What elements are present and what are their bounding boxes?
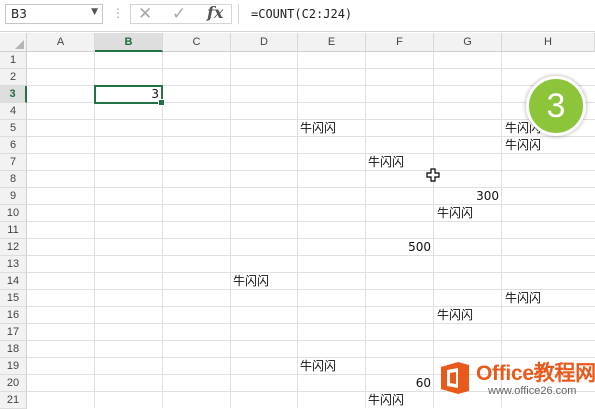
row-header-20[interactable]: 20 — [0, 375, 27, 392]
row-header-15[interactable]: 15 — [0, 290, 27, 307]
cancel-icon[interactable]: ✕ — [138, 4, 152, 24]
row-header-1[interactable]: 1 — [0, 52, 27, 69]
row-header-19[interactable]: 19 — [0, 358, 27, 375]
row-header-11[interactable]: 11 — [0, 222, 27, 239]
select-all-button[interactable] — [0, 33, 27, 52]
row-header-9[interactable]: 9 — [0, 188, 27, 205]
column-header-f[interactable]: F — [366, 33, 434, 52]
formula-text: =COUNT(C2:J24) — [251, 7, 353, 21]
enter-icon[interactable]: ✓ — [172, 4, 186, 24]
formula-bar: B3 ▼ ⋮ ✕ ✓ fx =COUNT(C2:J24) — [0, 0, 595, 32]
column-header-b[interactable]: B — [95, 33, 163, 52]
cell-e5[interactable]: 牛闪闪 — [300, 120, 336, 137]
cell-g16[interactable]: 牛闪闪 — [437, 307, 473, 324]
column-header-a[interactable]: A — [27, 33, 95, 52]
cell-f7[interactable]: 牛闪闪 — [368, 154, 404, 171]
row-header-12[interactable]: 12 — [0, 239, 27, 256]
row-header-4[interactable]: 4 — [0, 103, 27, 120]
name-box[interactable]: B3 ▼ — [5, 4, 103, 24]
row-header-8[interactable]: 8 — [0, 171, 27, 188]
column-header-c[interactable]: C — [163, 33, 231, 52]
cell-f21[interactable]: 牛闪闪 — [368, 392, 404, 409]
cell-f20[interactable]: 60 — [366, 375, 431, 392]
cell-e19[interactable]: 牛闪闪 — [300, 358, 336, 375]
step-number: 3 — [546, 87, 566, 125]
row-header-7[interactable]: 7 — [0, 154, 27, 171]
fill-handle[interactable] — [158, 99, 165, 106]
column-header-e[interactable]: E — [298, 33, 366, 52]
formula-buttons: ✕ ✓ fx — [130, 3, 232, 24]
row-header-18[interactable]: 18 — [0, 341, 27, 358]
row-header-16[interactable]: 16 — [0, 307, 27, 324]
column-header-h[interactable]: H — [502, 33, 595, 52]
column-header-d[interactable]: D — [231, 33, 298, 52]
row-header-13[interactable]: 13 — [0, 256, 27, 273]
column-header-g[interactable]: G — [434, 33, 502, 52]
watermark-title: Office教程网 — [476, 362, 595, 385]
cell-h15[interactable]: 牛闪闪 — [505, 290, 541, 307]
row-header-21[interactable]: 21 — [0, 392, 27, 409]
step-badge: 3 — [526, 76, 586, 136]
watermark-url: www.office26.com — [488, 385, 577, 397]
insert-function-button[interactable]: fx — [207, 3, 223, 22]
cell-g10[interactable]: 牛闪闪 — [437, 205, 473, 222]
row-header-10[interactable]: 10 — [0, 205, 27, 222]
cell-g9[interactable]: 300 — [434, 188, 499, 205]
chevron-down-icon[interactable]: ▼ — [91, 7, 98, 17]
active-cell-selection[interactable] — [94, 85, 165, 106]
row-header-2[interactable]: 2 — [0, 69, 27, 86]
drag-handle-icon[interactable]: ⋮ — [112, 6, 124, 20]
cross-cursor-icon — [426, 168, 440, 182]
office-logo-icon — [441, 362, 469, 394]
row-header-6[interactable]: 6 — [0, 137, 27, 154]
row-header-17[interactable]: 17 — [0, 324, 27, 341]
formula-input[interactable]: =COUNT(C2:J24) — [238, 4, 595, 24]
cell-d14[interactable]: 牛闪闪 — [233, 273, 269, 290]
cell-h6[interactable]: 牛闪闪 — [505, 137, 541, 154]
name-box-value: B3 — [11, 7, 27, 21]
row-header-14[interactable]: 14 — [0, 273, 27, 290]
row-header-3[interactable]: 3 — [0, 86, 27, 103]
watermark: Office教程网 www.office26.com — [432, 356, 595, 408]
row-header-5[interactable]: 5 — [0, 120, 27, 137]
cell-f12[interactable]: 500 — [366, 239, 431, 256]
